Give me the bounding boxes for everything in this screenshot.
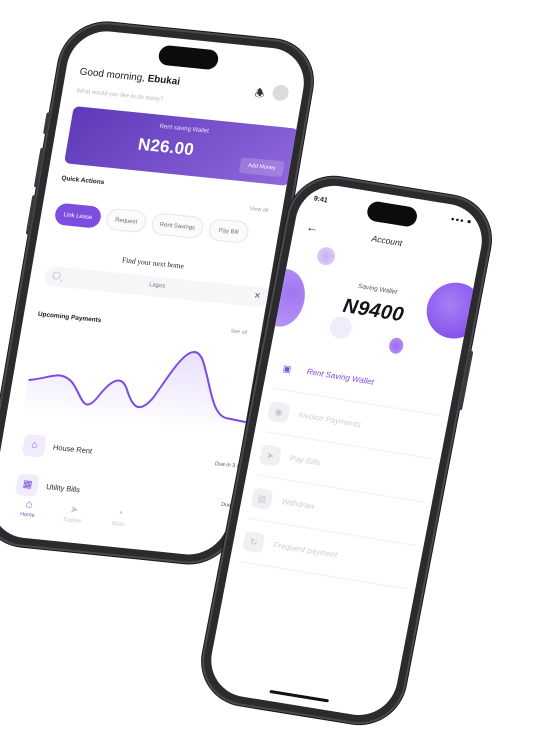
nav-explore[interactable]: ➤ Explore xyxy=(52,501,95,526)
power-button xyxy=(458,350,474,411)
clear-icon[interactable]: × xyxy=(253,290,261,302)
chip-link-lease[interactable]: Link Lease xyxy=(53,202,103,229)
payment-row-house-rent[interactable]: ⌂ House Rent Due in 3 days xyxy=(21,433,249,482)
payment-name: Utility Bills xyxy=(45,482,81,495)
nav-stats[interactable]: ◔ Stats xyxy=(98,506,141,530)
menu-label: Pay Bills xyxy=(289,453,322,468)
volume-up-button xyxy=(33,147,45,188)
chip-rent-savings[interactable]: Rent Savings xyxy=(149,212,205,240)
upcoming-payments-title: Upcoming Payments xyxy=(37,310,102,325)
home-icon: ⌂ xyxy=(24,498,34,511)
home-header: Good morning, Ebukai 🕭 xyxy=(77,67,290,110)
chip-request[interactable]: Request xyxy=(104,207,148,234)
decor-blob xyxy=(315,245,337,267)
nav-home[interactable]: ⌂ Home xyxy=(7,496,50,520)
side-button xyxy=(42,112,51,135)
bell-icon[interactable]: 🕭 xyxy=(253,84,266,104)
quick-actions-title: Quick Actions xyxy=(60,174,105,187)
send-icon: ➤ xyxy=(68,503,80,517)
wallet-icon: ▣ xyxy=(275,357,299,381)
status-time: 9:41 xyxy=(313,195,329,205)
send-icon: ➤ xyxy=(258,443,283,467)
wave-area xyxy=(22,352,246,436)
dynamic-island xyxy=(157,44,220,71)
repeat-icon: ↻ xyxy=(241,530,266,554)
pie-icon: ◔ xyxy=(115,507,125,520)
greeting-prefix: Good morning, xyxy=(78,66,146,85)
invoice-icon: ◉ xyxy=(267,400,291,424)
card-icon: ▤ xyxy=(250,487,274,511)
chip-pay-bill[interactable]: Pay Bill xyxy=(207,218,251,244)
nav-label: Explore xyxy=(62,516,83,525)
user-name: Ebukai xyxy=(146,73,181,88)
menu-label: Frequent payment xyxy=(272,540,339,560)
avatar[interactable] xyxy=(271,84,290,102)
add-money-button[interactable]: Add Money xyxy=(238,157,285,178)
volume-down-button xyxy=(25,195,37,235)
menu-label: Withdraw xyxy=(280,496,316,512)
payment-name: House Rent xyxy=(52,442,93,456)
home-indicator xyxy=(269,689,329,703)
dynamic-island xyxy=(365,200,419,228)
payments-wave-chart xyxy=(22,351,247,436)
decor-blob xyxy=(387,336,405,355)
rent-wallet-card[interactable]: Rent saving Wallet N26.00 Add Money xyxy=(64,105,299,186)
divider xyxy=(239,561,408,590)
menu-label: Rent Saving Wallet xyxy=(306,366,375,387)
see-all-link[interactable]: See all xyxy=(230,328,248,336)
view-all-link[interactable]: View all xyxy=(249,206,269,214)
status-icons: ●●● ■ xyxy=(450,216,473,226)
menu-label: Invoice Payments xyxy=(297,410,362,430)
house-icon: ⌂ xyxy=(21,433,47,458)
